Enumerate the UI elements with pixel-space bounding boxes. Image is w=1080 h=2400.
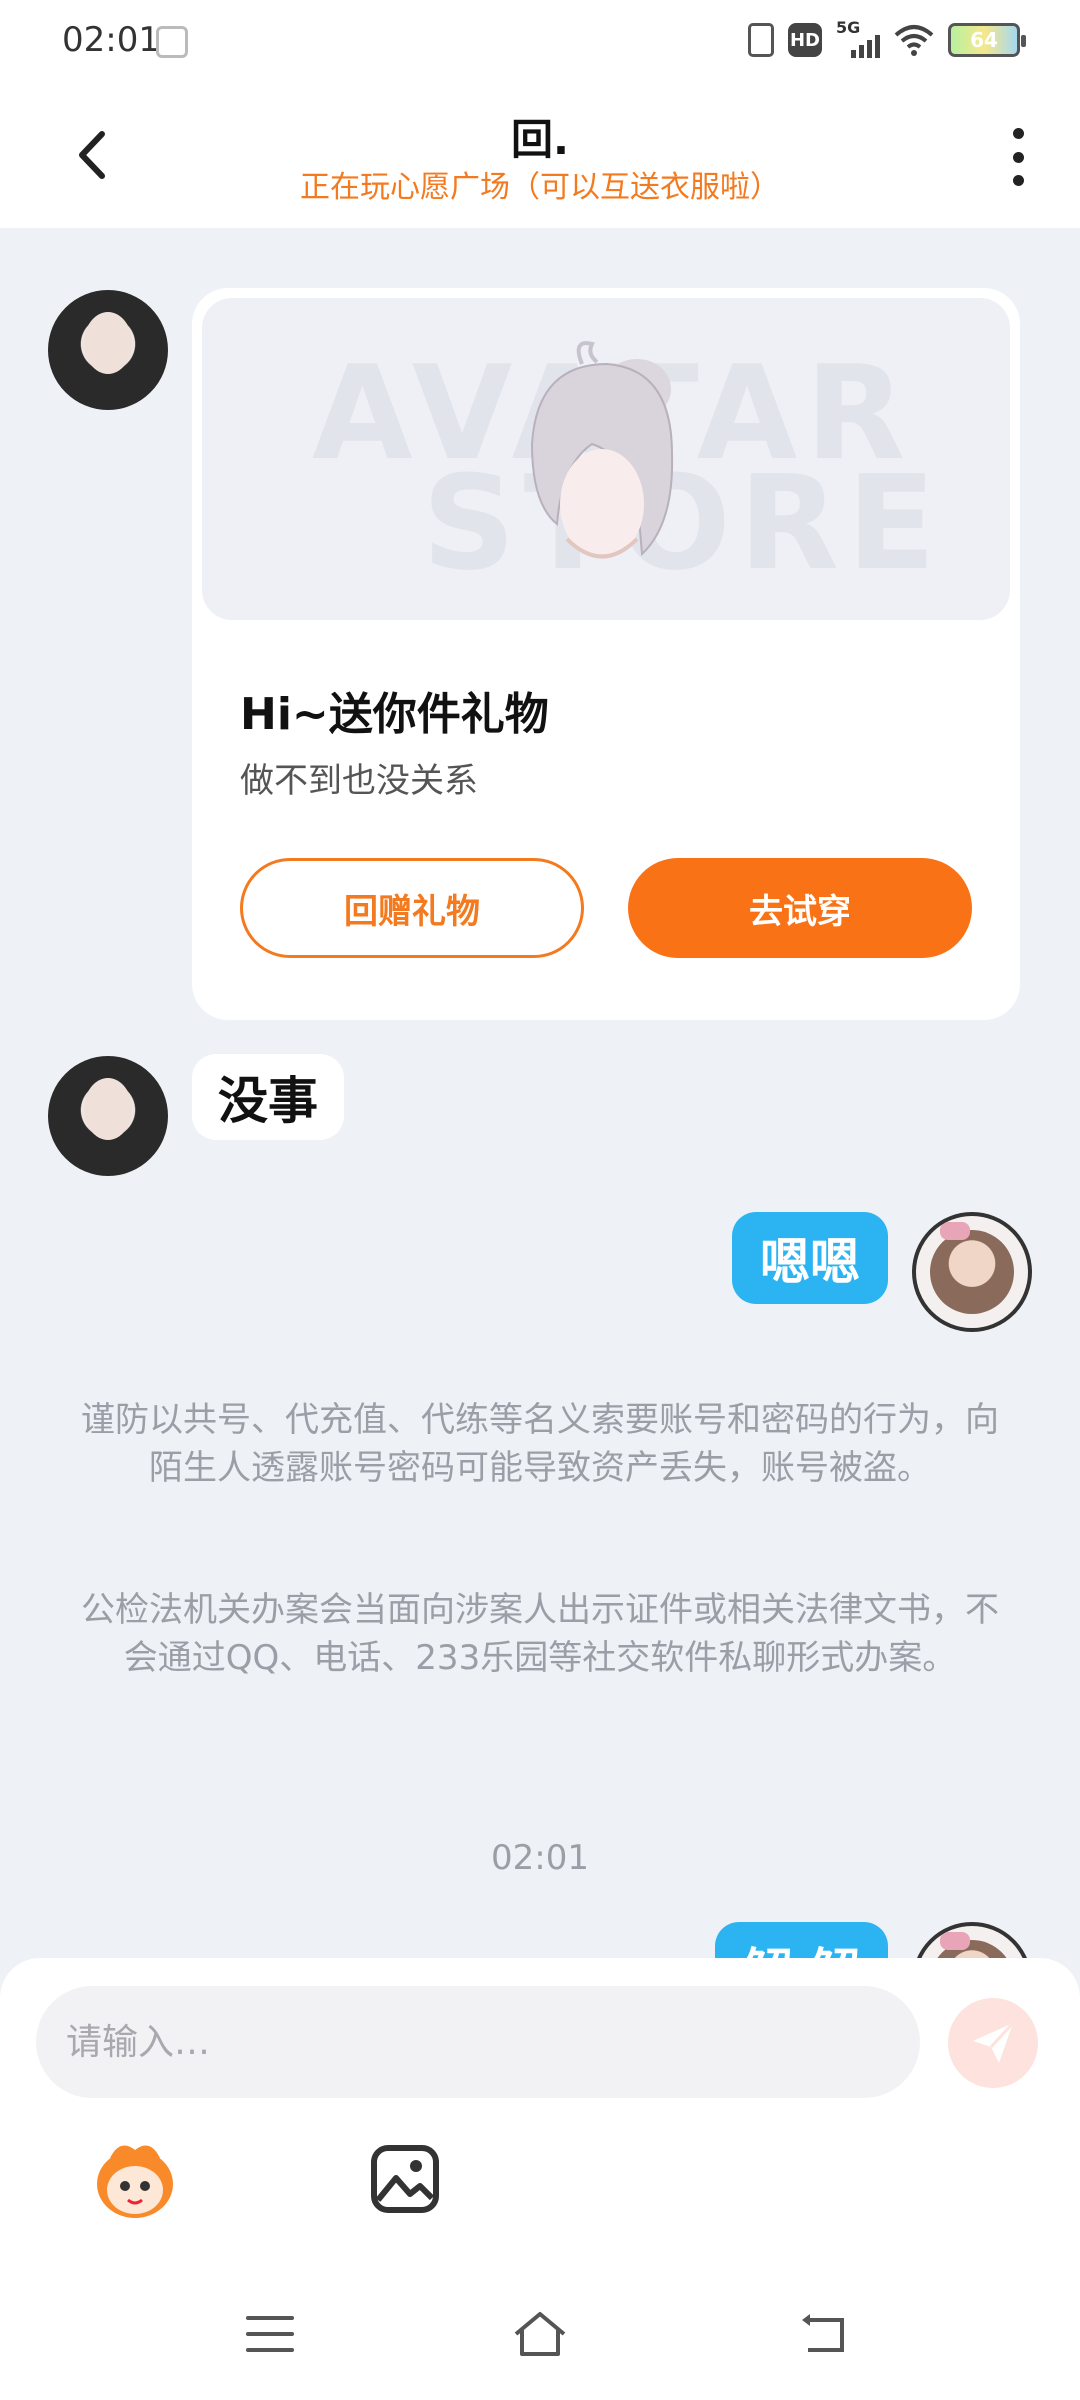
- hd-badge: HD: [788, 23, 822, 57]
- return-gift-button[interactable]: 回赠礼物: [240, 858, 584, 958]
- chat-header: 回. 正在玩心愿广场（可以互送衣服啦）: [0, 84, 1080, 228]
- gift-preview-image[interactable]: AVATAR STORE: [202, 298, 1010, 620]
- status-time: 02:01: [62, 20, 160, 60]
- send-button[interactable]: [948, 1998, 1038, 2088]
- wifi-icon: [894, 25, 934, 56]
- nav-recents-button[interactable]: [246, 2316, 294, 2352]
- nav-back-button[interactable]: [800, 2312, 850, 2356]
- chat-title: 回.: [511, 115, 569, 164]
- my-avatar[interactable]: [912, 1212, 1032, 1332]
- status-indicators: HD 5G 64: [748, 18, 1026, 58]
- send-icon: [973, 2021, 1015, 2063]
- hairstyle-item-image: [530, 341, 674, 559]
- safety-notice: 公检法机关办案会当面向涉案人出示证件或相关法律文书，不会通过QQ、电话、233乐…: [81, 1590, 999, 1678]
- gift-description: 做不到也没关系: [240, 761, 478, 801]
- signal-icon: 5G: [836, 18, 880, 58]
- gift-title: Hi~送你件礼物: [240, 689, 549, 740]
- chat-status-subtitle[interactable]: 正在玩心愿广场（可以互送衣服啦）: [0, 162, 1080, 206]
- gallery-notification-icon: [156, 26, 188, 58]
- safety-notice: 谨防以共号、代充值、代练等名义索要账号和密码的行为，向陌生人透露账号密码可能导致…: [81, 1400, 999, 1488]
- nav-home-button[interactable]: [510, 2308, 570, 2360]
- friend-avatar[interactable]: [48, 1056, 168, 1176]
- incoming-message-bubble[interactable]: 没事: [192, 1054, 344, 1140]
- outgoing-message-bubble[interactable]: 嗯嗯: [732, 1212, 888, 1304]
- message-timestamp: 02:01: [491, 1838, 589, 1878]
- more-options-button[interactable]: [998, 122, 1038, 192]
- vibrate-icon: [748, 23, 774, 57]
- try-on-button[interactable]: 去试穿: [628, 858, 972, 958]
- more-dot-icon: [1012, 128, 1024, 139]
- gift-card[interactable]: AVATAR STORE Hi~送你件礼物 做不到也没关系 回赠礼物 去试穿: [192, 288, 1020, 1020]
- more-dot-icon: [1012, 175, 1024, 186]
- emoji-mascot-button[interactable]: [90, 2136, 180, 2226]
- chat-message-list[interactable]: AVATAR STORE Hi~送你件礼物 做不到也没关系 回赠礼物 去试穿 没…: [0, 228, 1080, 2042]
- more-dot-icon: [1012, 151, 1024, 163]
- status-bar: 02:01 HD 5G 64: [0, 0, 1080, 84]
- battery-level: 64: [970, 28, 998, 52]
- friend-avatar[interactable]: [48, 290, 168, 410]
- battery-icon: 64: [948, 23, 1026, 57]
- message-input[interactable]: [36, 1986, 920, 2098]
- image-picker-icon[interactable]: [370, 2144, 440, 2214]
